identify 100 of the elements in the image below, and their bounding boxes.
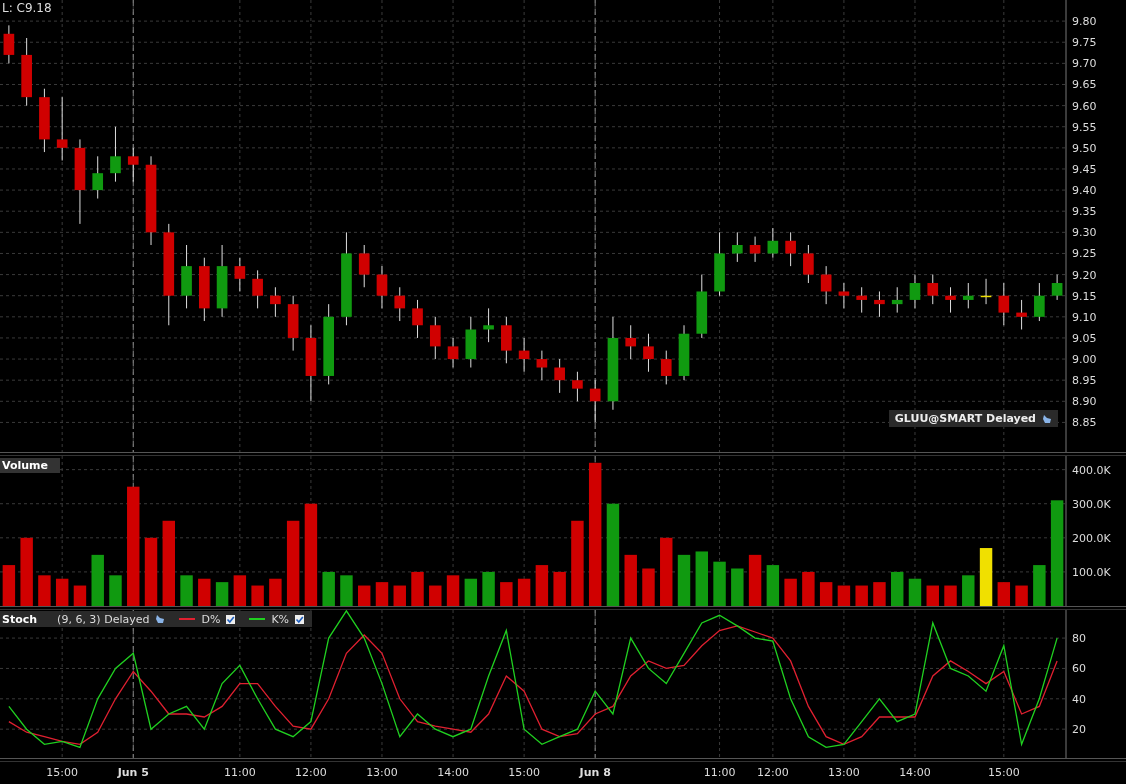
y-tick-label: 9.20 [1072, 268, 1097, 282]
candlestick [21, 37, 32, 107]
panel-title: Volume [0, 458, 60, 473]
symbol-badge: GLUU@SMART Delayed [888, 410, 1058, 427]
x-tick-label: 14:00 [437, 766, 469, 779]
candlestick [820, 265, 832, 305]
candlestick [394, 286, 406, 322]
volume-bar [979, 548, 993, 606]
x-tick-label: 11:00 [703, 766, 736, 779]
candlestick [252, 269, 263, 309]
candlestick [732, 231, 743, 263]
candlestick [3, 24, 15, 64]
candlestick [56, 96, 68, 161]
y-tick-label: 8.90 [1072, 395, 1097, 409]
volume-bar [908, 578, 922, 606]
volume-bar [891, 571, 904, 606]
candlestick [412, 299, 423, 339]
volume-bar [1033, 565, 1046, 606]
volume-bar [695, 551, 708, 606]
y-tick-label: 40 [1072, 692, 1086, 706]
x-tick-label: 15:00 [508, 766, 540, 779]
candlestick [554, 358, 565, 394]
x-tick-label: 15:00 [987, 766, 1020, 779]
volume-bar [731, 568, 744, 606]
volume-bar [713, 561, 726, 606]
volume-bar [393, 585, 406, 606]
candlestick [1016, 299, 1027, 330]
volume-bar [624, 554, 637, 606]
checkbox[interactable] [226, 614, 236, 624]
volume-bar [55, 578, 69, 606]
y-tick-label: 9.05 [1072, 331, 1097, 345]
volume-bar [1015, 585, 1028, 606]
candlestick [714, 231, 725, 297]
y-tick-label: 9.45 [1072, 162, 1097, 176]
candlestick [376, 265, 388, 309]
volume-bar [962, 575, 975, 606]
candlestick [429, 316, 441, 360]
candlestick [110, 126, 121, 183]
y-tick-label: 9.50 [1072, 141, 1097, 155]
y-tick-label: 9.15 [1072, 289, 1097, 303]
volume-bar [340, 575, 353, 606]
x-tick-label: 15:00 [46, 766, 79, 779]
volume-bar [926, 585, 939, 606]
candlestick [838, 282, 850, 309]
x-tick-label: 14:00 [899, 766, 931, 779]
x-tick-label: 12:00 [295, 766, 327, 779]
hand-icon [155, 614, 166, 624]
y-tick-label: 400.0K [1072, 463, 1111, 477]
x-tick-label: Jun 8 [579, 766, 611, 779]
x-tick-label: 12:00 [757, 766, 789, 779]
volume-bar [269, 578, 282, 606]
candlestick [447, 337, 459, 368]
volume-bar [766, 565, 780, 606]
x-tick-label: Jun 5 [117, 766, 149, 779]
volume-bar [997, 582, 1011, 606]
volume-bar [642, 568, 655, 606]
y-tick-label: 9.75 [1072, 36, 1097, 50]
candlestick [181, 244, 192, 309]
candlestick [199, 257, 210, 322]
candlestick [92, 155, 104, 200]
candlestick [696, 274, 708, 339]
y-tick-label: 9.40 [1072, 184, 1097, 198]
volume-bar [446, 575, 460, 606]
volume-bar [429, 585, 442, 606]
y-tick-label: 8.85 [1072, 416, 1097, 430]
checkbox[interactable] [295, 614, 305, 624]
x-tick-label: 13:00 [366, 766, 398, 779]
quote-label: L: C9.18 [2, 1, 52, 15]
volume-bar [819, 582, 833, 606]
volume-bar [517, 578, 531, 606]
volume-bar [375, 582, 389, 606]
volume-bar [411, 571, 424, 606]
volume-bar [20, 537, 33, 606]
y-tick-label: 9.70 [1072, 57, 1097, 71]
candlestick [1051, 274, 1063, 301]
volume-bar [944, 585, 957, 606]
candlestick [803, 244, 814, 284]
candlestick [767, 227, 779, 259]
x-tick-label: 13:00 [828, 766, 860, 779]
candlestick [287, 295, 299, 352]
y-tick-label: 100.0K [1072, 565, 1111, 579]
volume-bar [500, 582, 513, 606]
volume-bar [873, 582, 886, 606]
candlestick [927, 274, 939, 305]
y-tick-label: 9.65 [1072, 78, 1097, 92]
volume-bar [91, 554, 104, 606]
volume-bar [251, 585, 264, 606]
candlestick [625, 324, 637, 360]
candlestick [749, 236, 761, 263]
volume-bar [198, 578, 211, 606]
candlestick [678, 324, 690, 381]
volume-bar [748, 554, 762, 606]
candlestick [980, 278, 992, 305]
candlestick [589, 379, 601, 423]
y-tick-label: 200.0K [1072, 531, 1111, 545]
y-tick-label: 9.30 [1072, 226, 1097, 240]
volume-bar [535, 565, 549, 606]
volume-bar [802, 571, 815, 606]
y-tick-label: 9.00 [1072, 353, 1097, 367]
y-tick-label: 60 [1072, 662, 1086, 676]
